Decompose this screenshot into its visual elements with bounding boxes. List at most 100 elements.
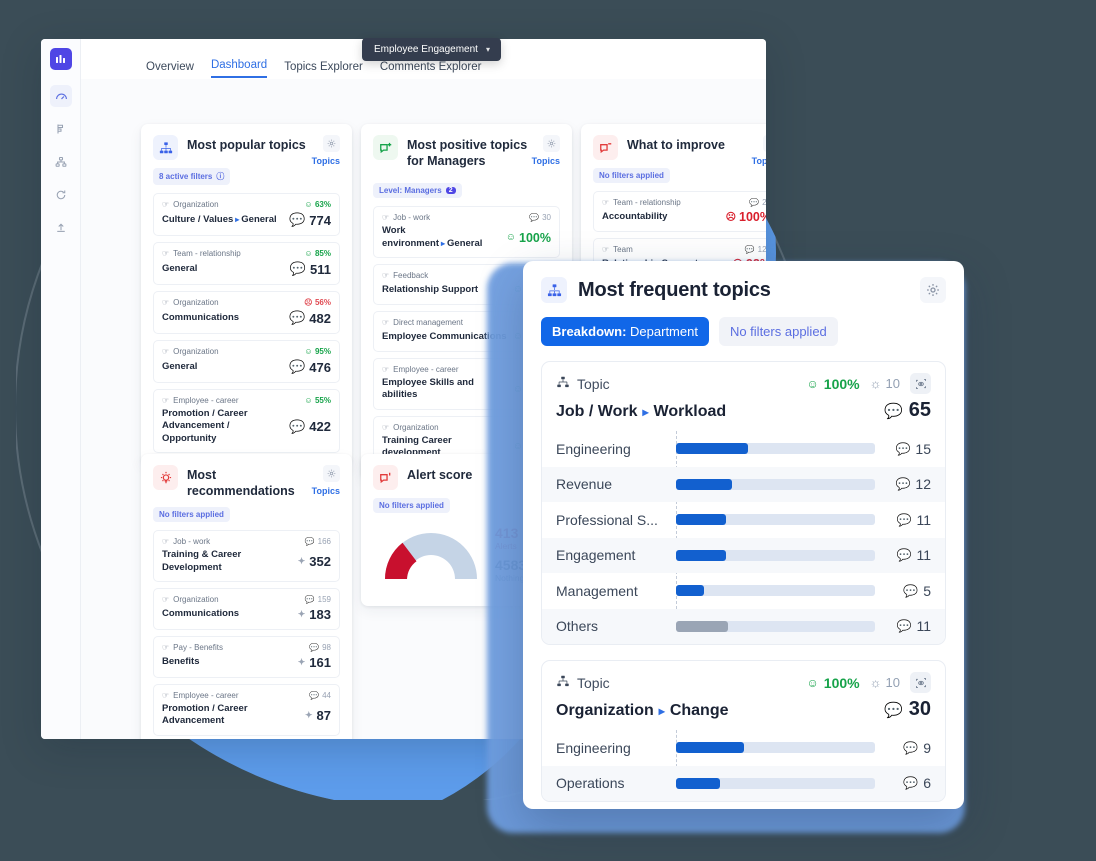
sidebar-item-reports[interactable]: [50, 118, 72, 140]
table-row[interactable]: ☞Team - relationship 💬28 Accountability …: [593, 191, 766, 232]
row-comment-count: 💬 30: [529, 213, 551, 223]
sidebar-item-topics[interactable]: [50, 151, 72, 173]
bar-label: Professional S...: [556, 511, 658, 528]
tree-icon: ☞: [162, 642, 170, 652]
topics-link[interactable]: Topics: [312, 156, 340, 166]
table-row[interactable]: ☞ Job - work 💬 166 Training & Career Devel…: [153, 530, 340, 582]
row-category: Organization: [173, 200, 219, 209]
bar-fill: [676, 443, 748, 455]
gear-icon[interactable]: [323, 135, 340, 152]
info-icon[interactable]: ⓘ: [216, 171, 224, 182]
topic-total-comments: 💬 65: [884, 399, 931, 421]
topic-path: Organization ▸ Change: [556, 701, 729, 719]
row-label: Communications: [162, 608, 240, 620]
bar-row[interactable]: Professional S... 💬 11: [542, 502, 945, 538]
tab-comments-explorer[interactable]: Comments Explorer: [380, 61, 482, 78]
engagement-selector[interactable]: Employee Engagement ▾: [362, 38, 501, 61]
row-sentiment-pct: ☹100%: [725, 210, 766, 224]
bar-label: Others: [556, 618, 599, 635]
comment-icon: 💬: [309, 642, 320, 652]
view-details-icon[interactable]: [910, 672, 931, 693]
table-row[interactable]: ☞ Organization ☺ 95% General 💬 476: [153, 340, 340, 383]
row-comment-count: 💬28: [749, 198, 766, 207]
table-row[interactable]: ☞ Pay - Benefits 💬 98 Benefits ✦ 161: [153, 635, 340, 678]
bar-fill: [676, 549, 726, 561]
table-row[interactable]: ☞ Employee - career 💬 44 Promotion / Caree…: [153, 683, 340, 736]
active-filters-chip[interactable]: 8 active filters ⓘ: [153, 168, 231, 185]
row-category: Organization: [173, 298, 219, 307]
lightbulb-icon: [153, 465, 178, 490]
gear-icon[interactable]: [763, 135, 766, 152]
bar-label: Operations: [556, 775, 625, 792]
tab-overview[interactable]: Overview: [146, 61, 194, 78]
row-value: 💬 476: [289, 359, 331, 375]
no-filters-chip[interactable]: No filters applied: [593, 168, 670, 183]
tree-icon: ☞: [162, 594, 170, 604]
sentiment-score: ☺ 100%: [806, 674, 860, 691]
topic-path: Job / Work ▸ Workload: [556, 402, 727, 420]
gear-icon[interactable]: [543, 135, 560, 152]
recommendation-icon: ✦: [297, 556, 306, 567]
topic-block-workload: Topic ☺ 100% ☼ 10 Job / Work ▸ Workload 💬 65: [541, 361, 946, 645]
bar-row[interactable]: Engineering 💬 9: [542, 730, 945, 766]
level-filter-chip[interactable]: Level: Managers 2: [373, 183, 462, 199]
filter-chips: No filters applied: [153, 507, 340, 523]
topics-link[interactable]: Topics: [312, 486, 340, 496]
comment-icon: 💬: [749, 198, 760, 207]
no-filters-chip[interactable]: No filters applied: [373, 498, 450, 513]
table-row[interactable]: ☞ Job - work 💬 30 Work environment ▸ General…: [373, 206, 560, 258]
breakdown-chip[interactable]: Breakdown: Department: [541, 317, 709, 346]
recommendation-icon: ✦: [297, 608, 306, 619]
smiley-icon: ☺: [304, 200, 313, 209]
row-value: 💬 422: [289, 418, 331, 435]
topics-link[interactable]: Topics: [752, 156, 766, 166]
bar-row[interactable]: Engineering 💬 15: [542, 431, 945, 467]
bar-label: Engineering: [556, 440, 631, 457]
card-title: Alert score: [407, 468, 473, 482]
bar-value: 💬 15: [895, 440, 931, 457]
app-logo[interactable]: [50, 48, 72, 70]
view-details-icon[interactable]: [910, 373, 931, 394]
bar-value: 💬 9: [903, 739, 931, 756]
gear-icon[interactable]: [920, 277, 946, 303]
tab-topics-explorer[interactable]: Topics Explorer: [284, 61, 363, 78]
no-filters-chip[interactable]: No filters applied: [718, 317, 838, 346]
sidebar-item-upload[interactable]: [50, 217, 72, 239]
bar-row[interactable]: Operations 💬 6: [542, 765, 945, 801]
row-comment-count: 💬44: [309, 690, 331, 700]
tab-dashboard[interactable]: Dashboard: [210, 59, 268, 78]
table-row[interactable]: ☞ Organization ☺ 63% Culture / Values ▸ Gene…: [153, 193, 340, 236]
row-comment-count: 💬 98: [309, 642, 331, 652]
comment-icon: 💬: [884, 701, 903, 719]
bar-row[interactable]: Engagement 💬 11: [542, 537, 945, 573]
row-label: Training & Career Development: [162, 549, 242, 573]
bar-row[interactable]: Management 💬 5: [542, 573, 945, 609]
card-title: What to improve: [627, 138, 725, 152]
table-row[interactable]: ☞ Team - relationship ☺ 85% General 💬 511: [153, 242, 340, 285]
no-filters-chip[interactable]: No filters applied: [153, 507, 230, 523]
tree-icon: ☞: [382, 364, 390, 374]
smiley-icon: ☺: [304, 249, 313, 258]
panel-header: Most frequent topics: [541, 277, 946, 303]
frown-icon: ☹: [304, 298, 313, 307]
table-row[interactable]: ☞ Organization ☹ 56% Communications 💬 482: [153, 291, 340, 334]
sidebar-item-refresh[interactable]: [50, 184, 72, 206]
table-row[interactable]: ☞ Employee - career ☺ 55% Promotion / Care…: [153, 389, 340, 454]
filter-chips: 8 active filters ⓘ: [153, 168, 340, 185]
tree-icon: ☞: [162, 200, 170, 209]
table-row[interactable]: ☞ Organization 💬 159 Communications ✦ 183: [153, 587, 340, 630]
sidebar-item-dashboard[interactable]: [50, 85, 72, 107]
topics-link[interactable]: Topics: [532, 156, 560, 166]
bar-value: 💬 11: [896, 511, 932, 528]
row-value: 💬 511: [289, 261, 331, 277]
comment-icon: 💬: [903, 583, 919, 598]
bar-row[interactable]: Revenue 💬 12: [542, 466, 945, 502]
level-filter-label: Level: Managers: [379, 186, 442, 196]
gear-icon[interactable]: [323, 465, 340, 482]
tree-icon: ☞: [602, 245, 610, 254]
row-label: Culture / Values ▸ General: [162, 213, 277, 225]
card-most-recommendations: Most recommendations Topics No filters a…: [141, 454, 352, 739]
bar-row[interactable]: Others 💬 11: [542, 608, 945, 644]
smiley-icon: ☺: [806, 376, 819, 391]
chevron-down-icon: ▾: [485, 45, 490, 54]
